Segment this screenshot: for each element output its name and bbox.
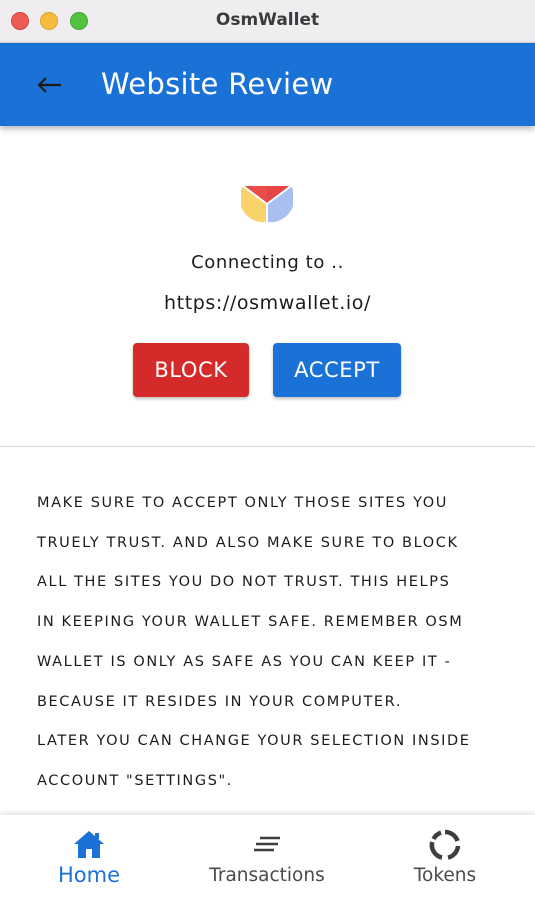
nav-label-home: Home <box>57 863 120 887</box>
app-bar: Website Review <box>0 43 535 126</box>
notice-line: ALL THE SITES YOU DO NOT TRUST. THIS HEL… <box>37 574 451 591</box>
notice-line: WALLET IS ONLY AS SAFE AS YOU CAN KEEP I… <box>37 653 452 670</box>
nav-label-transactions: Transactions <box>209 865 325 886</box>
notice-line: ACCOUNT "SETTINGS". <box>37 772 233 789</box>
page-title: Website Review <box>101 67 334 101</box>
arrow-back-icon <box>37 77 61 93</box>
notice-line: TRUELY TRUST. AND ALSO MAKE SURE TO BLOC… <box>37 534 459 551</box>
notice-line: IN KEEPING YOUR WALLET SAFE. REMEMBER OS… <box>37 614 464 631</box>
osmwallet-logo-icon <box>241 185 293 223</box>
nav-item-home[interactable]: Home <box>44 815 134 900</box>
notice-line: MAKE SURE TO ACCEPT ONLY THOSE SITES YOU <box>37 495 448 511</box>
nav-item-tokens[interactable]: Tokens <box>400 815 490 900</box>
security-notice: MAKE SURE TO ACCEPT ONLY THOSE SITES YOU… <box>37 484 517 802</box>
tokens-ring-icon <box>429 829 461 860</box>
list-icon <box>254 836 280 852</box>
window-titlebar: OsmWallet <box>0 0 535 43</box>
accept-button[interactable]: ACCEPT <box>273 343 401 397</box>
back-button[interactable] <box>30 68 66 102</box>
window-title: OsmWallet <box>215 10 320 30</box>
home-icon <box>74 831 104 858</box>
notice-line: BECAUSE IT RESIDES IN YOUR COMPUTER. <box>37 693 403 710</box>
divider <box>0 446 535 447</box>
bottom-navigation: Home Transactions Tokens <box>0 815 535 900</box>
site-url: https://osmwallet.io/ <box>164 292 371 314</box>
block-button[interactable]: BLOCK <box>133 343 249 397</box>
nav-item-transactions[interactable]: Transactions <box>200 815 334 900</box>
notice-line: LATER YOU CAN CHANGE YOUR SELECTION INSI… <box>37 733 471 750</box>
nav-label-tokens: Tokens <box>413 865 477 886</box>
connecting-text: Connecting to .. <box>191 252 344 273</box>
